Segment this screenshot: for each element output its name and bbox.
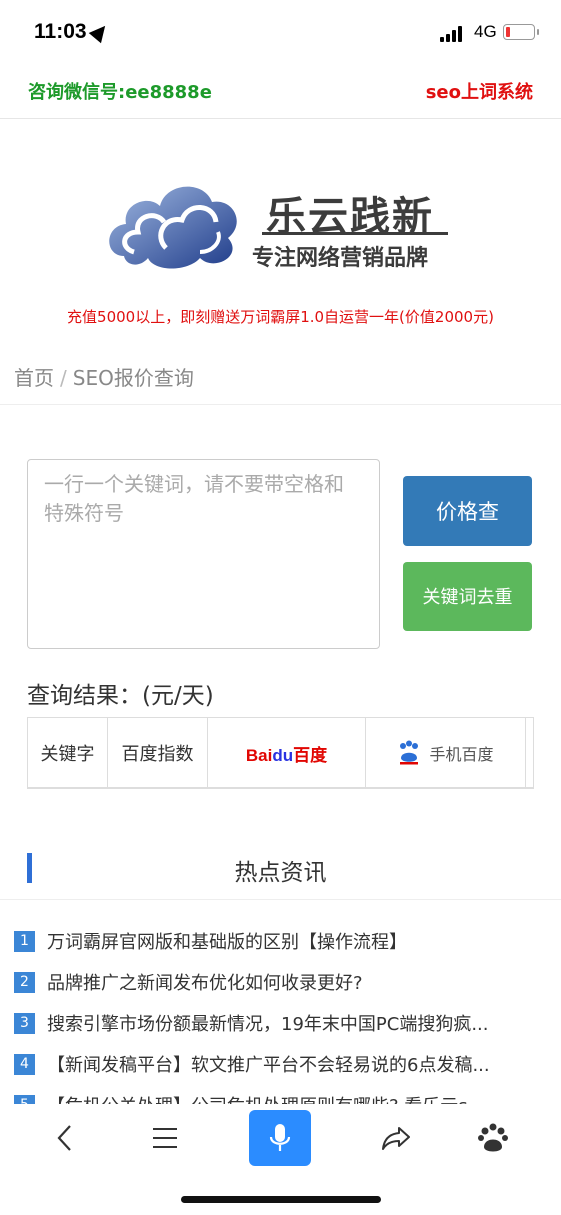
keyword-input[interactable] [27,459,380,649]
divider [0,899,561,900]
news-item[interactable]: 4 【新闻发稿平台】软文推广平台不会轻易说的6点发稿... [14,1051,544,1092]
cloud-logo-icon [109,186,237,269]
mobile-baidu-label: 手机百度 [429,745,494,764]
result-title: 查询结果：(元/天) [27,683,214,709]
battery-icon [503,24,539,40]
location-arrow-icon [88,20,112,44]
column-header-baidu: Baidu百度 [208,718,366,788]
news-number: 4 [14,1054,35,1075]
keyword-dedup-button[interactable]: 关键词去重 [403,562,532,631]
column-header-mobile-baidu: 手机百度 [366,718,526,788]
status-time: 11:03 [34,20,87,43]
baidu-home-button[interactable] [463,1110,523,1166]
news-title[interactable]: 万词霸屏官网版和基础版的区别【操作流程】 [47,928,407,954]
baidu-paw-icon [400,740,419,765]
top-bar: 咨询微信号:ee8888e seo上词系统 [0,66,561,119]
hot-news-list: 1 万词霸屏官网版和基础版的区别【操作流程】 2 品牌推广之新闻发布优化如何收录更好… [14,928,544,1133]
network-type: 4G [474,22,497,41]
wechat-contact[interactable]: 咨询微信号:ee8888e [28,78,212,104]
menu-icon [153,1128,177,1148]
breadcrumb-separator: / [60,366,67,390]
promo-banner: 充值5000以上，即刻赠送万词霸屏1.0自运营一年(价值2000元) [67,308,494,326]
breadcrumb-home[interactable]: 首页 [14,366,54,390]
result-table: 关键字 百度指数 Baidu百度 手机百度 [27,717,534,789]
news-number: 2 [14,972,35,993]
breadcrumb-current: SEO报价查询 [72,366,194,390]
news-number: 3 [14,1013,35,1034]
news-item[interactable]: 1 万词霸屏官网版和基础版的区别【操作流程】 [14,928,544,969]
breadcrumb: 首页 / SEO报价查询 [14,362,194,391]
brand-logo[interactable]: 乐云践新 专注网络营销品牌 [104,172,454,272]
news-title[interactable]: 【新闻发稿平台】软文推广平台不会轻易说的6点发稿... [47,1051,490,1077]
share-arrow-icon [382,1127,410,1150]
back-button[interactable] [35,1110,95,1166]
column-header-baidu-index: 百度指数 [108,718,208,788]
baidu-logo: Baidu百度 [245,745,328,765]
logo-divider [262,232,448,235]
chevron-left-icon [57,1125,71,1151]
menu-button[interactable] [135,1110,195,1166]
news-title[interactable]: 搜索引擎市场份额最新情况，19年末中国PC端搜狗疯... [47,1010,489,1036]
news-item[interactable]: 2 品牌推广之新闻发布优化如何收录更好? [14,969,544,1010]
seo-system-link[interactable]: seo上词系统 [426,78,533,104]
home-indicator [181,1196,381,1203]
price-query-button[interactable]: 价格查 [403,476,532,546]
microphone-icon [269,1124,291,1151]
signal-icon [440,26,468,42]
baidu-paw-icon [478,1123,508,1152]
news-title[interactable]: 品牌推广之新闻发布优化如何收录更好? [47,969,363,995]
hot-news-title: 热点资讯 [234,860,327,886]
status-bar: 11:03 4G [0,0,561,66]
column-header-keyword: 关键字 [28,718,108,788]
news-item[interactable]: 3 搜索引擎市场份额最新情况，19年末中国PC端搜狗疯... [14,1010,544,1051]
logo-tagline: 专注网络营销品牌 [252,246,429,271]
news-number: 1 [14,931,35,952]
divider [0,404,561,405]
share-button[interactable] [366,1110,426,1166]
voice-search-button[interactable] [249,1110,311,1166]
